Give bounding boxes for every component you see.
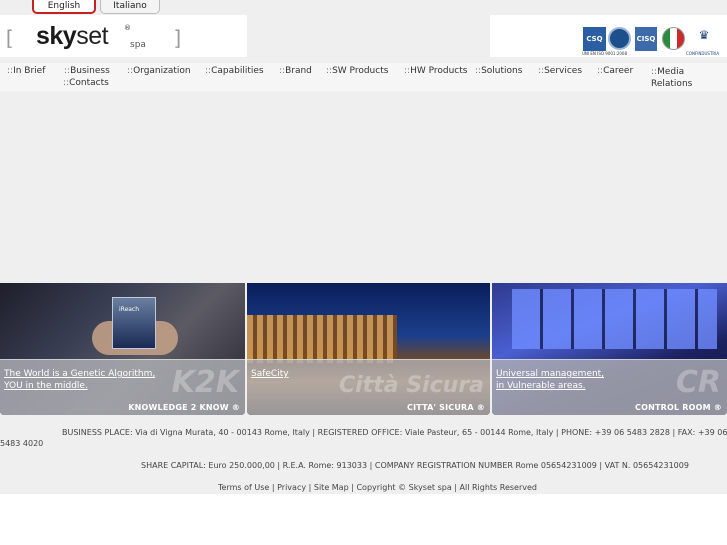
banner-caption-link[interactable]: The World is a Genetic Algorithm, YOU in… <box>4 368 155 392</box>
certification-logos: CSQ CISQ ♛ UNI EN ISO 9001:2008 CONFINDU… <box>490 15 727 57</box>
nav-label: Media Relations <box>651 67 693 89</box>
nav-label: Services <box>544 66 583 76</box>
footer-separator: | <box>308 483 312 492</box>
cisq-certification-icon: CISQ <box>635 27 657 51</box>
nav-label: Organization <box>133 66 191 76</box>
footer-address: BUSINESS PLACE: Via di Vigna Murata, 40 … <box>62 428 727 437</box>
nav-item-business[interactable]: ::Business <box>64 66 110 77</box>
banner-brand-label: CONTROL ROOM ® <box>635 403 722 412</box>
logo-wordmark: skyset <box>36 22 109 51</box>
nav-label: Solutions <box>481 66 523 76</box>
logo-area[interactable]: [ skyset ® spa ] <box>0 15 247 57</box>
banner-caption-line: in Vulnerable areas. <box>496 381 586 391</box>
nav-item-services[interactable]: ::Services <box>538 66 582 77</box>
banner-control-room[interactable]: CR Universal management, in Vulnerable a… <box>492 283 727 415</box>
nav-item-solutions[interactable]: ::Solutions <box>475 66 522 77</box>
footer-rights: All Rights Reserved <box>459 483 538 492</box>
csq-certification-icon: CSQ <box>583 27 606 51</box>
logo-suffix: spa <box>130 40 146 50</box>
footer-separator: | <box>351 483 354 492</box>
page-bottom-area <box>0 494 727 545</box>
banner-caption-link[interactable]: SafeCity <box>251 368 289 380</box>
logo-bracket-right: ] <box>172 26 185 50</box>
footer-separator: | <box>454 483 457 492</box>
logo-brand-bold: sky <box>36 22 77 50</box>
banner-knowledge-2-know[interactable]: iReach K2K The World is a Genetic Algori… <box>0 283 245 415</box>
banner-caption-line: SafeCity <box>251 369 289 379</box>
page: English Italiano [ skyset ® spa ] CSQ CI… <box>0 0 727 545</box>
nav-item-career[interactable]: ::Career <box>597 66 633 77</box>
confindustria-icon: ♛ <box>698 28 710 42</box>
footer-copyright: Copyright © Skyset spa <box>356 483 452 492</box>
banner-watermark: Città Sicura <box>338 373 484 398</box>
footer-link-terms[interactable]: Terms of Use <box>218 483 269 492</box>
italy-flag-icon <box>662 27 685 50</box>
logo-bracket-left: [ <box>3 26 16 50</box>
footer-company-info: SHARE CAPITAL: Euro 250.000,00 | R.E.A. … <box>141 461 689 470</box>
language-tab-italian[interactable]: Italiano <box>100 0 160 14</box>
nav-item-capabilities[interactable]: ::Capabilities <box>205 66 264 77</box>
iqnet-certification-icon <box>608 27 631 50</box>
nav-label: SW Products <box>332 66 389 76</box>
footer-fax-continued: 5483 4020 <box>0 439 44 448</box>
logo-registered-mark: ® <box>124 24 131 32</box>
nav-label: HW Products <box>410 66 468 76</box>
confindustria-caption: CONFINDUSTRIA <box>686 51 720 56</box>
nav-label: Brand <box>285 66 312 76</box>
language-tab-english[interactable]: English <box>32 0 96 14</box>
nav-item-contacts[interactable]: ::Contacts <box>63 78 109 89</box>
nav-item-media-relations[interactable]: ::Media Relations <box>651 66 723 90</box>
banner-caption-line: The World is a Genetic Algorithm, <box>4 369 156 379</box>
logo-brand-rest: set <box>76 22 109 50</box>
nav-label: Capabilities <box>211 66 264 76</box>
nav-label: Contacts <box>69 78 109 88</box>
footer-separator: | <box>271 483 275 492</box>
nav-label: Career <box>603 66 634 76</box>
footer-links: Terms of Use | Privacy | Site Map | Copy… <box>218 483 537 493</box>
nav-label: Business <box>70 66 110 76</box>
banner-divider <box>247 359 490 360</box>
product-box-image: iReach <box>112 297 156 349</box>
footer-link-privacy[interactable]: Privacy <box>277 483 306 492</box>
banner-caption-line: Universal management, <box>496 369 605 379</box>
banner-divider <box>0 359 245 360</box>
banner-caption-link[interactable]: Universal management, in Vulnerable area… <box>496 368 604 392</box>
nav-item-brand[interactable]: ::Brand <box>279 66 312 77</box>
banner-divider <box>492 359 727 360</box>
product-box-label: iReach <box>119 306 140 313</box>
banner-caption-line: YOU in the middle. <box>4 381 88 391</box>
video-wall-image <box>512 289 717 349</box>
banner-brand-label: KNOWLEDGE 2 KNOW ® <box>128 403 240 412</box>
banner-brand-label: CITTA' SICURA ® <box>407 403 485 412</box>
banner-watermark: CR <box>675 365 721 400</box>
nav-label: In Brief <box>13 66 46 76</box>
banner-watermark: K2K <box>171 365 239 400</box>
nav-item-sw-products[interactable]: ::SW Products <box>326 66 388 77</box>
colosseum-image <box>247 315 397 363</box>
language-bar: English Italiano <box>0 0 727 15</box>
iso-caption: UNI EN ISO 9001:2008 <box>582 51 628 56</box>
footer-link-site-map[interactable]: Site Map <box>314 483 349 492</box>
nav-item-organization[interactable]: ::Organization <box>127 66 191 77</box>
nav-item-hw-products[interactable]: ::HW Products <box>404 66 467 77</box>
main-navigation: ::In Brief ::Business ::Organization ::C… <box>0 63 727 91</box>
banner-citta-sicura[interactable]: Città Sicura SafeCity CITTA' SICURA ® <box>247 283 490 415</box>
nav-item-in-brief[interactable]: ::In Brief <box>7 66 45 77</box>
